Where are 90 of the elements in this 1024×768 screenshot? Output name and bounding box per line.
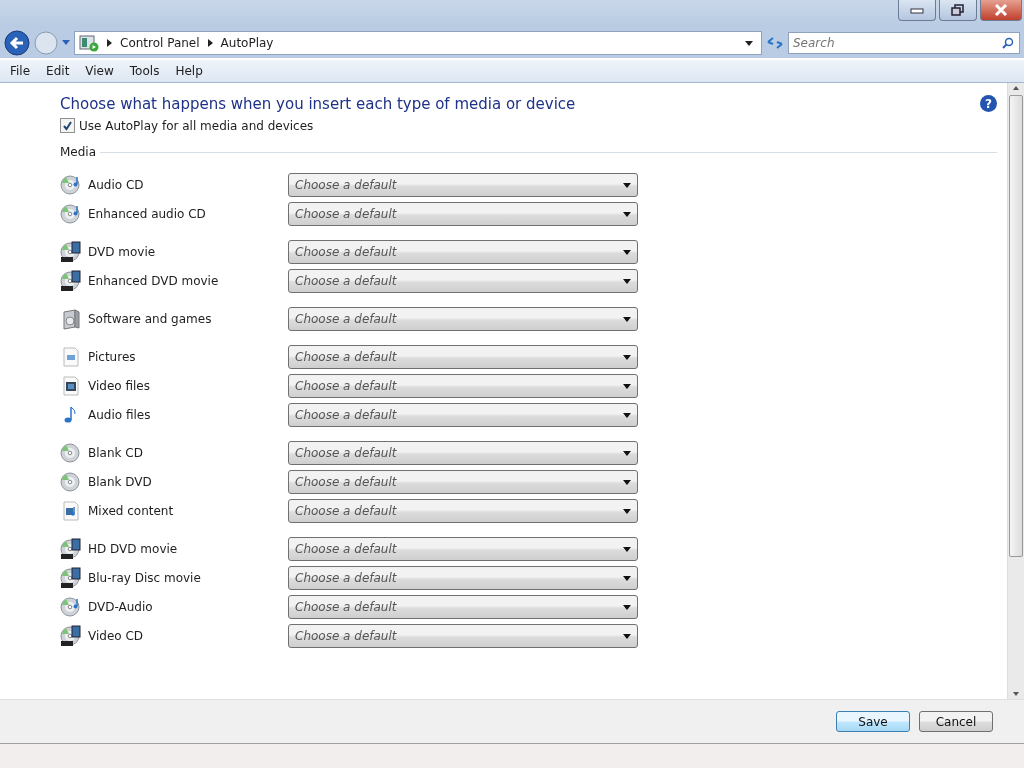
save-button[interactable]: Save bbox=[836, 711, 910, 732]
media-type-label: Audio files bbox=[88, 408, 152, 422]
address-bar[interactable]: Control Panel AutoPlay bbox=[74, 31, 762, 55]
media-type-label: Video CD bbox=[88, 629, 145, 643]
video-file-icon bbox=[60, 375, 82, 397]
action-dropdown[interactable]: Choose a default bbox=[288, 624, 638, 648]
page-heading: Choose what happens when you insert each type of media or device bbox=[60, 95, 576, 113]
media-type-label: Video files bbox=[88, 379, 151, 393]
dropdown-arrow-icon bbox=[623, 278, 631, 284]
dropdown-arrow-icon bbox=[623, 182, 631, 188]
media-type-label: DVD movie bbox=[88, 245, 157, 259]
music-disc-icon bbox=[60, 174, 82, 196]
media-type-label: DVD-Audio bbox=[88, 600, 154, 614]
music-disc-icon bbox=[60, 596, 82, 618]
breadcrumb-item[interactable]: AutoPlay bbox=[220, 36, 274, 50]
dropdown-arrow-icon bbox=[623, 383, 631, 389]
breadcrumb-item[interactable]: Control Panel bbox=[120, 36, 200, 50]
film-disc-icon bbox=[60, 538, 82, 560]
mixed-file-icon bbox=[60, 500, 82, 522]
picture-file-icon bbox=[60, 346, 82, 368]
media-type-label: HD DVD movie bbox=[88, 542, 179, 556]
action-dropdown[interactable]: Choose a default bbox=[288, 202, 638, 226]
dropdown-arrow-icon bbox=[623, 479, 631, 485]
section-title: Media bbox=[60, 145, 97, 159]
close-icon bbox=[994, 4, 1008, 16]
scrollbar[interactable] bbox=[1007, 83, 1024, 699]
software-box-icon bbox=[60, 308, 82, 330]
disc-icon bbox=[60, 442, 82, 464]
dropdown-arrow-icon bbox=[623, 412, 631, 418]
action-dropdown[interactable]: Choose a default bbox=[288, 595, 638, 619]
menu-item[interactable]: View bbox=[77, 64, 122, 78]
minimize-button[interactable] bbox=[898, 0, 936, 21]
back-button[interactable] bbox=[4, 30, 30, 56]
media-type-label: Enhanced DVD movie bbox=[88, 274, 220, 288]
action-dropdown[interactable]: Choose a default bbox=[288, 499, 638, 523]
menu-item[interactable]: Tools bbox=[121, 64, 168, 78]
media-type-label: Blu-ray Disc movie bbox=[88, 571, 202, 585]
close-button[interactable] bbox=[980, 0, 1022, 21]
cancel-button[interactable]: Cancel bbox=[919, 711, 993, 732]
disc-icon bbox=[60, 471, 82, 493]
menu-item[interactable]: Help bbox=[167, 64, 211, 78]
media-type-label: Audio CD bbox=[88, 178, 145, 192]
action-dropdown[interactable]: Choose a default bbox=[288, 441, 638, 465]
action-dropdown[interactable]: Choose a default bbox=[288, 537, 638, 561]
action-dropdown[interactable]: Choose a default bbox=[288, 173, 638, 197]
media-type-label: Blank DVD bbox=[88, 475, 153, 489]
action-dropdown[interactable]: Choose a default bbox=[288, 403, 638, 427]
search-icon[interactable] bbox=[1002, 37, 1014, 49]
action-dropdown[interactable]: Choose a default bbox=[288, 374, 638, 398]
media-type-label: Mixed content bbox=[88, 504, 175, 518]
action-dropdown[interactable]: Choose a default bbox=[288, 566, 638, 590]
refresh-icon[interactable] bbox=[766, 35, 784, 51]
dropdown-arrow-icon bbox=[623, 249, 631, 255]
film-disc-icon bbox=[60, 625, 82, 647]
action-dropdown[interactable]: Choose a default bbox=[288, 307, 638, 331]
action-dropdown[interactable]: Choose a default bbox=[288, 240, 638, 264]
search-field[interactable]: Search bbox=[788, 32, 1020, 54]
menu-item[interactable]: Edit bbox=[38, 64, 78, 78]
dropdown-arrow-icon bbox=[623, 575, 631, 581]
dropdown-arrow-icon bbox=[623, 604, 631, 610]
checkbox[interactable] bbox=[60, 118, 75, 133]
restore-button[interactable] bbox=[939, 0, 977, 21]
menu-item[interactable]: File bbox=[2, 64, 39, 78]
dropdown-arrow-icon bbox=[623, 546, 631, 552]
breadcrumb-arrow-icon bbox=[207, 39, 213, 47]
dropdown-arrow-icon bbox=[623, 316, 631, 322]
dropdown-arrow-icon bbox=[623, 633, 631, 639]
minimize-icon bbox=[910, 6, 924, 14]
media-type-label: Software and games bbox=[88, 312, 213, 326]
media-type-label: Pictures bbox=[88, 350, 137, 364]
restore-icon bbox=[951, 4, 965, 16]
help-button[interactable]: ? bbox=[980, 95, 997, 112]
dropdown-arrow-icon bbox=[623, 508, 631, 514]
dropdown-arrow-icon bbox=[623, 354, 631, 360]
media-type-label: Blank CD bbox=[88, 446, 144, 460]
history-dropdown-icon[interactable] bbox=[62, 40, 70, 46]
action-dropdown[interactable]: Choose a default bbox=[288, 345, 638, 369]
dropdown-arrow-icon bbox=[623, 211, 631, 217]
checkbox-label: Use AutoPlay for all media and devices bbox=[79, 118, 314, 133]
control-panel-icon bbox=[79, 34, 99, 52]
action-dropdown[interactable]: Choose a default bbox=[288, 470, 638, 494]
film-disc-icon bbox=[60, 567, 82, 589]
film-disc-icon bbox=[60, 241, 82, 263]
breadcrumb-arrow-icon bbox=[107, 39, 112, 47]
media-type-label: Enhanced audio CD bbox=[88, 207, 207, 221]
dropdown-arrow-icon bbox=[745, 40, 753, 46]
dropdown-arrow-icon bbox=[623, 450, 631, 456]
action-dropdown[interactable]: Choose a default bbox=[288, 269, 638, 293]
music-disc-icon bbox=[60, 203, 82, 225]
film-disc-icon bbox=[60, 270, 82, 292]
